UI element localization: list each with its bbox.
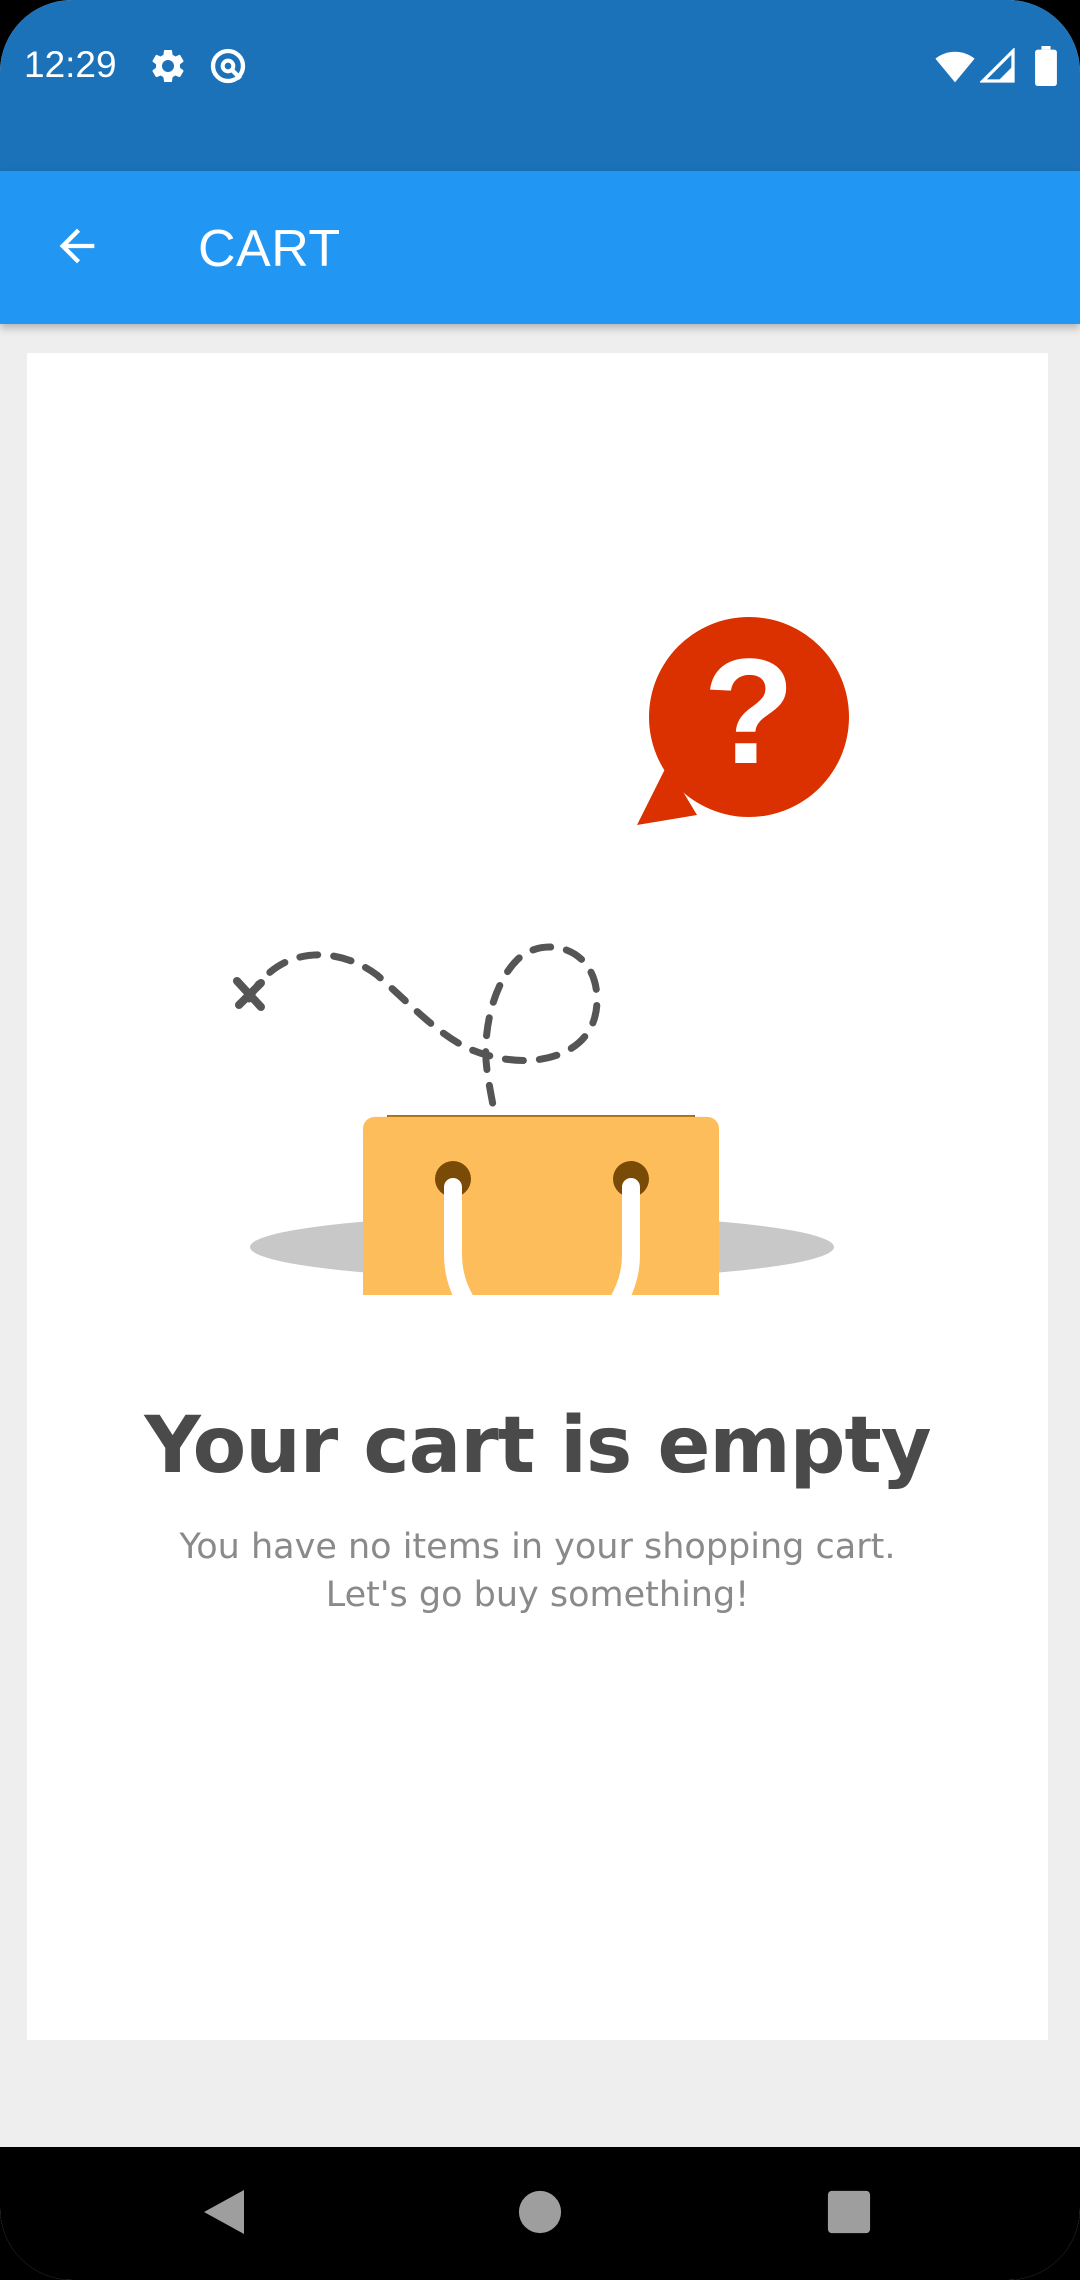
app-bar: CART: [0, 171, 1080, 324]
empty-cart-subtitle: You have no items in your shopping cart.…: [27, 1523, 1048, 1619]
battery-icon: [1034, 46, 1074, 86]
svg-text:?: ?: [703, 627, 795, 795]
nav-back-button[interactable]: [181, 2171, 267, 2257]
system-nav-bar: [0, 2147, 1080, 2280]
settings-icon: [148, 46, 188, 86]
page-title: CART: [198, 220, 341, 278]
empty-cart-subtitle-line1: You have no items in your shopping cart.: [179, 1527, 896, 1567]
vpn-key-icon: [208, 46, 248, 86]
empty-bag-illustration: ?: [217, 615, 857, 1485]
screen: 12:29 CART ? Your cart is empty You have…: [0, 0, 1080, 2280]
nav-recents-button[interactable]: [806, 2171, 892, 2257]
wifi-icon: [935, 48, 975, 88]
home-circle-icon: [517, 2189, 563, 2240]
empty-cart-card: ? Your cart is empty You have no items i…: [27, 353, 1048, 2040]
empty-cart-title: Your cart is empty: [144, 1401, 931, 1491]
status-time: 12:29: [24, 44, 117, 85]
empty-cart-subtitle-line2: Let's go buy something!: [325, 1575, 750, 1615]
recents-square-icon: [826, 2189, 872, 2240]
arrow-left-icon: [51, 220, 103, 277]
back-button[interactable]: [30, 201, 124, 295]
status-bar: 12:29: [0, 0, 1080, 171]
back-triangle-icon: [200, 2186, 248, 2243]
cell-signal-icon: [979, 47, 1020, 88]
nav-home-button[interactable]: [497, 2171, 583, 2257]
